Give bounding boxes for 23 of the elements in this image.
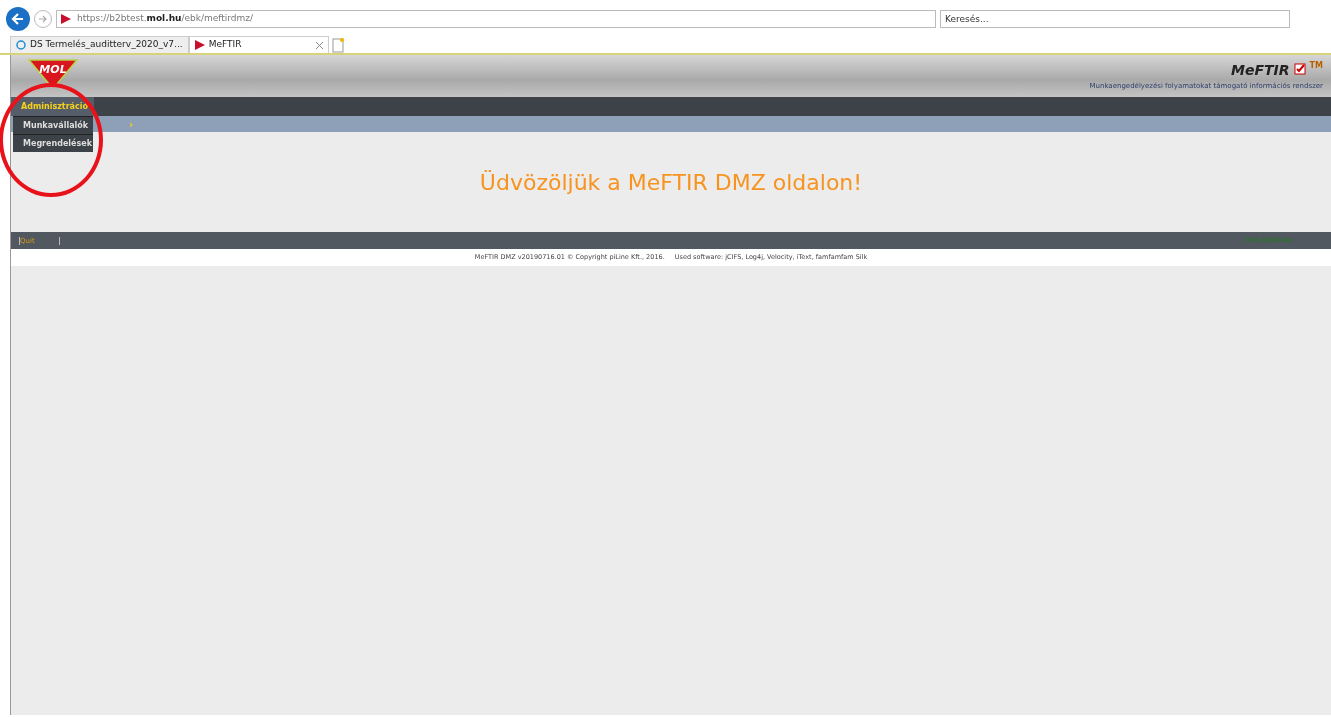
welcome-heading: Üdvözöljük a MeFTIR DMZ oldalon! [479, 168, 863, 197]
back-arrow-icon [11, 11, 25, 26]
logo-text: MOL [38, 62, 68, 78]
arrow-icon: › [129, 117, 134, 132]
browser-tab[interactable]: DS Termelés_auditterv_2020_v7... [10, 36, 189, 53]
dropdown-item[interactable]: Megrendelések [13, 134, 93, 152]
back-button[interactable] [6, 6, 30, 31]
browser-tab[interactable]: MeFTIR [188, 36, 329, 53]
tab-label: MeFTIR [208, 38, 242, 52]
tab-label: DS Termelés_auditterv_2020_v7... [30, 38, 183, 52]
new-tab-icon[interactable] [330, 37, 345, 53]
url-text: https://b2btest.mol.hu/ebk/meftirdmz/ [77, 11, 254, 25]
page-icon [194, 40, 205, 50]
search-field[interactable]: Keresés... [940, 9, 1290, 28]
dropdown-item[interactable]: Munkavállalók [13, 116, 93, 134]
checkbox-icon [1293, 63, 1306, 76]
menu-item[interactable]: Adminisztráció [11, 97, 94, 116]
close-icon[interactable] [315, 41, 323, 49]
product-name: MeFTIR [1231, 61, 1290, 81]
page-icon [61, 13, 71, 24]
trademark: TM [1309, 60, 1323, 73]
address-bar[interactable]: https://b2btest.mol.hu/ebk/meftirdmz/ [56, 9, 936, 28]
forward-arrow-icon [38, 13, 48, 24]
